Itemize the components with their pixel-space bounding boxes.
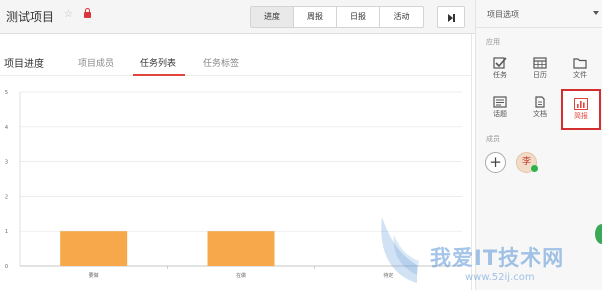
tab-task-list[interactable]: 任务列表	[140, 56, 176, 69]
app-label: 任务	[493, 71, 507, 79]
view-activity-button[interactable]: 活动	[380, 7, 423, 27]
view-daily-button[interactable]: 日报	[337, 7, 380, 27]
topic-icon	[493, 93, 507, 108]
app-documents[interactable]: 文档	[522, 93, 558, 125]
y-tick-label: 2	[5, 194, 8, 200]
lock-icon	[84, 8, 91, 18]
watermark-url: www.52ij.com	[465, 272, 535, 283]
app-tasks[interactable]: 任务	[482, 54, 518, 86]
tab-bar: 项目进度 项目成员 任务列表 任务标签	[0, 34, 472, 76]
sidebar-header[interactable]: 项目选项	[476, 0, 602, 28]
chart-bar	[207, 231, 275, 266]
active-tab-indicator	[133, 74, 185, 76]
section-title: 项目进度	[4, 59, 44, 70]
calendar-icon	[533, 54, 547, 69]
top-bar: 测试项目 ☆ 进度 周报 日报 活动	[0, 0, 475, 34]
folder-icon	[573, 54, 587, 69]
x-tick-label: 在做	[236, 272, 246, 279]
app-label: 话题	[493, 110, 507, 118]
app-label: 文档	[533, 110, 547, 118]
watermark-text: 我爱IT技术网	[430, 246, 565, 270]
tab-members[interactable]: 项目成员	[78, 56, 114, 69]
y-tick-label: 5	[5, 90, 8, 96]
app-topics[interactable]: 话题	[482, 93, 518, 125]
y-tick-label: 4	[5, 125, 8, 131]
view-weekly-button[interactable]: 周报	[294, 7, 337, 27]
app-calendar[interactable]: 日历	[522, 54, 558, 86]
sidebar-title: 项目选项	[487, 10, 519, 19]
view-progress-button[interactable]: 进度	[251, 7, 294, 27]
view-switcher: 进度 周报 日报 活动	[250, 6, 424, 28]
checkbox-icon	[493, 54, 507, 69]
y-tick-label: 3	[5, 160, 8, 166]
x-tick-label: 要做	[89, 272, 99, 279]
user-online-icon	[531, 165, 538, 172]
y-tick-label: 0	[5, 264, 8, 270]
bar-chart-icon	[574, 95, 588, 110]
app-label: 简报	[574, 112, 588, 120]
app-label: 日历	[533, 71, 547, 79]
document-icon	[533, 93, 547, 108]
y-tick-label: 1	[5, 229, 8, 235]
tab-task-tags[interactable]: 任务标签	[203, 56, 239, 69]
project-title: 测试项目	[6, 10, 55, 24]
members-section-label: 成员	[486, 135, 500, 143]
floating-green-button[interactable]	[595, 224, 602, 244]
app-label: 文件	[573, 71, 587, 79]
app-brief-report[interactable]: 简报	[561, 89, 601, 130]
apps-section-label: 应用	[486, 38, 500, 46]
add-member-button[interactable]: +	[485, 152, 506, 173]
chevron-down-icon[interactable]	[593, 11, 599, 15]
star-icon[interactable]: ☆	[64, 9, 73, 20]
chart-bar	[60, 231, 128, 266]
skip-forward-button[interactable]	[437, 6, 465, 28]
app-files[interactable]: 文件	[562, 54, 598, 86]
